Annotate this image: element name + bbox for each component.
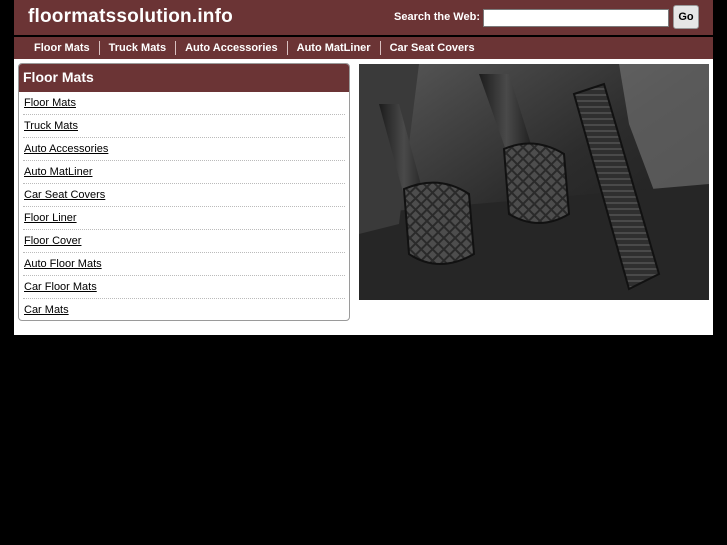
- list-item: Auto Accessories: [23, 138, 345, 161]
- sidebar-link-floor-cover[interactable]: Floor Cover: [24, 235, 81, 247]
- car-pedals-photo: [359, 64, 709, 300]
- list-item: Car Mats: [23, 299, 345, 320]
- go-button[interactable]: Go: [673, 5, 699, 29]
- sidebar-link-car-seat-covers[interactable]: Car Seat Covers: [24, 189, 105, 201]
- list-item: Car Seat Covers: [23, 184, 345, 207]
- sidebar-link-car-mats[interactable]: Car Mats: [24, 304, 69, 316]
- sidebar-link-auto-matliner[interactable]: Auto MatLiner: [24, 166, 92, 178]
- sidebar-link-floor-mats[interactable]: Floor Mats: [24, 97, 76, 109]
- site-header: floormatssolution.info Search the Web: G…: [14, 0, 713, 35]
- nav-item-car-seat-covers[interactable]: Car Seat Covers: [379, 41, 484, 55]
- sidebar-link-auto-floor-mats[interactable]: Auto Floor Mats: [24, 258, 102, 270]
- sidebar: Floor Mats Floor Mats Truck Mats Auto Ac…: [18, 63, 350, 321]
- sidebar-link-auto-accessories[interactable]: Auto Accessories: [24, 143, 108, 155]
- main-content: Floor Mats Floor Mats Truck Mats Auto Ac…: [14, 59, 713, 335]
- sidebar-link-car-floor-mats[interactable]: Car Floor Mats: [24, 281, 97, 293]
- sidebar-link-truck-mats[interactable]: Truck Mats: [24, 120, 78, 132]
- list-item: Floor Cover: [23, 230, 345, 253]
- search-input[interactable]: [483, 9, 669, 27]
- list-item: Car Floor Mats: [23, 276, 345, 299]
- list-item: Auto Floor Mats: [23, 253, 345, 276]
- site-title[interactable]: floormatssolution.info: [28, 6, 233, 28]
- list-item: Floor Mats: [23, 92, 345, 115]
- sidebar-link-floor-liner[interactable]: Floor Liner: [24, 212, 77, 224]
- nav-item-auto-accessories[interactable]: Auto Accessories: [175, 41, 287, 55]
- list-item: Floor Liner: [23, 207, 345, 230]
- nav-item-floor-mats[interactable]: Floor Mats: [14, 41, 99, 55]
- top-nav: Floor Mats Truck Mats Auto Accessories A…: [14, 37, 713, 59]
- search-label: Search the Web:: [394, 11, 480, 23]
- nav-item-auto-matliner[interactable]: Auto MatLiner: [286, 41, 380, 55]
- list-item: Auto MatLiner: [23, 161, 345, 184]
- sidebar-title: Floor Mats: [19, 64, 349, 92]
- sidebar-link-list: Floor Mats Truck Mats Auto Accessories A…: [19, 92, 349, 320]
- list-item: Truck Mats: [23, 115, 345, 138]
- nav-item-truck-mats[interactable]: Truck Mats: [98, 41, 175, 55]
- car-pedals-illustration: [359, 64, 709, 300]
